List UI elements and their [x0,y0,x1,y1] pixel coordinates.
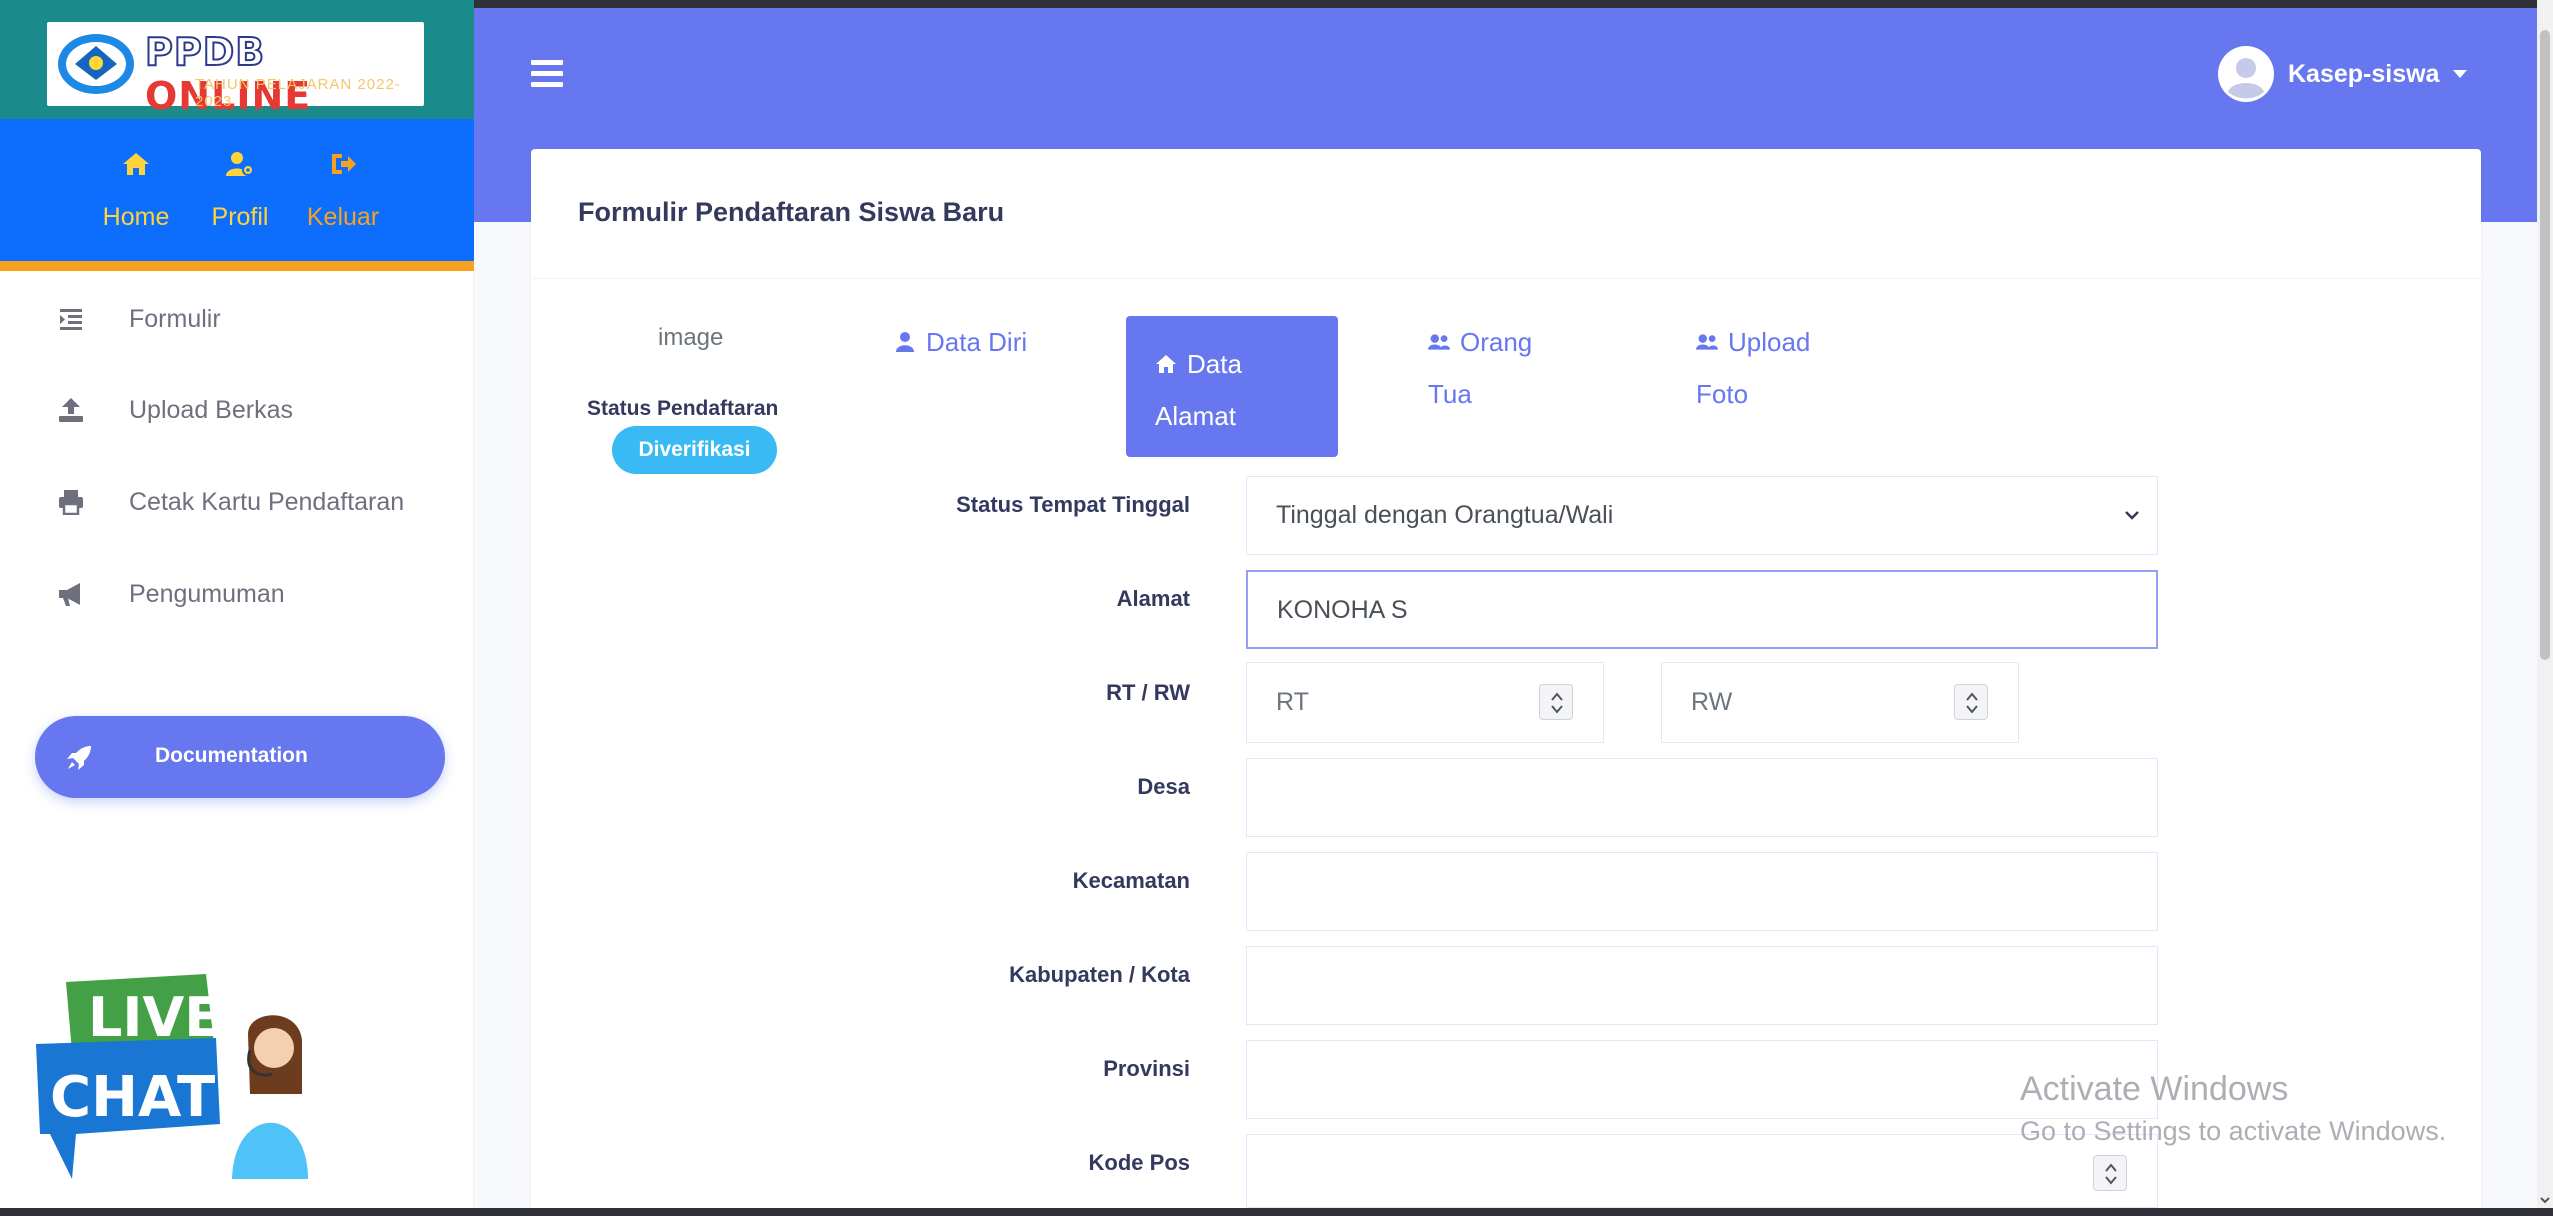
sidebar-item-upload-berkas[interactable]: Upload Berkas [0,380,474,440]
kabupaten-kota-input[interactable] [1246,946,2158,1025]
kode-pos-stepper[interactable] [2093,1155,2127,1191]
label-rt-rw: RT / RW [1106,680,1190,705]
kecamatan-input[interactable] [1246,852,2158,931]
nav-keluar[interactable]: Keluar [300,119,386,232]
sidebar-item-pengumuman[interactable]: Pengumuman [0,564,474,624]
rocket-icon [67,746,91,770]
brand-logo-box[interactable]: PPDB ONLINE TAHUN PELAJARAN 2022-2023 [47,22,424,118]
caret-down-icon [2453,70,2468,78]
megaphone-icon [59,583,80,606]
label-kode-pos: Kode Pos [1088,1150,1190,1175]
nav-profil[interactable]: Profil [200,119,280,232]
activate-windows-subtitle: Go to Settings to activate Windows. [2020,1116,2447,1146]
tab-orang-tua[interactable]: Orang Tua [1428,316,1532,420]
tab-data-diri[interactable]: Data Diri [894,316,1027,368]
label-alamat: Alamat [1116,586,1190,611]
brand: PPDB ONLINE TAHUN PELAJARAN 2022-2023 [0,0,474,119]
avatar-icon [2218,46,2274,102]
top-nav: Home Profil Keluar [0,119,474,261]
label-provinsi: Provinsi [1103,1056,1190,1081]
list-indent-icon [60,309,82,330]
label-kecamatan: Kecamatan [1072,868,1190,893]
sidebar-item-formulir[interactable]: Formulir [0,289,474,349]
activate-windows-title: Activate Windows [2020,1070,2289,1108]
stepper-arrows-icon [1551,692,1563,714]
chevron-down-icon [2125,511,2139,520]
user-icon [896,332,914,352]
tab-data-alamat[interactable]: Data Alamat [1126,316,1338,457]
label-desa: Desa [1137,774,1190,799]
sidebar-item-cetak-kartu[interactable]: Cetak Kartu Pendaftaran [0,472,474,532]
window-bottom-edge [0,1208,2553,1216]
sidebar: PPDB ONLINE TAHUN PELAJARAN 2022-2023 Ho… [0,0,474,1216]
card-header: Formulir Pendaftaran Siswa Baru [531,149,2481,279]
page-title: Formulir Pendaftaran Siswa Baru [578,197,1005,227]
tab-upload-foto[interactable]: Upload Foto [1696,316,1810,420]
livechat-line2: CHAT [50,1065,215,1130]
user-gear-icon [226,152,254,176]
stepper-arrows-icon [1966,692,1978,714]
users-icon [1428,334,1450,350]
user-menu[interactable]: Kasep-siswa [2218,46,2468,102]
rw-stepper[interactable] [1954,684,1988,720]
print-icon [59,490,83,515]
status-badge: Diverifikasi [612,426,777,474]
status-label: Status Pendaftaran [587,397,779,420]
scroll-down-icon[interactable] [2539,1194,2551,1206]
desa-input[interactable] [1246,758,2158,837]
stepper-arrows-icon [2105,1163,2117,1185]
sidebar-toggle-button[interactable] [531,60,563,88]
username: Kasep-siswa [2288,59,2440,88]
documentation-button[interactable]: Documentation [35,716,445,798]
users-icon [1696,334,1718,350]
sign-out-icon [332,154,356,174]
home-icon [123,153,149,175]
label-status-tempat-tinggal: Status Tempat Tinggal [956,492,1190,517]
rt-stepper[interactable] [1539,684,1573,720]
brand-subtitle: TAHUN PELAJARAN 2022-2023 [195,76,401,110]
nav-home[interactable]: Home [96,119,176,232]
nav-accent-strip [0,261,474,271]
page-scrollbar[interactable] [2537,0,2553,1216]
tut-wuri-logo-icon [58,34,134,94]
upload-icon [59,398,83,422]
status-tempat-tinggal-select[interactable]: Tinggal dengan Orangtua/Wali [1246,476,2158,555]
scrollbar-thumb[interactable] [2540,30,2550,660]
label-kabupaten-kota: Kabupaten / Kota [1009,962,1190,987]
profile-image-placeholder: image [658,324,724,351]
alamat-input[interactable]: KONOHA S [1246,570,2158,649]
live-chat-widget-icon[interactable]: LIVE CHAT [36,974,308,1179]
home-icon [1156,355,1176,373]
